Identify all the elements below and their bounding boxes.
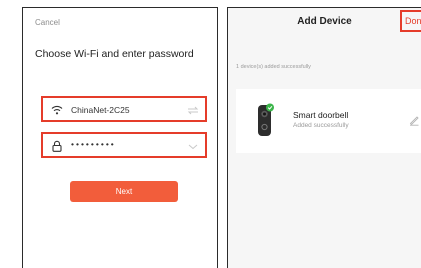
- chevron-down-icon[interactable]: [187, 142, 199, 151]
- wifi-icon: [51, 105, 63, 115]
- password-value: •••••••••: [71, 139, 116, 149]
- add-device-screen: Add Device Done 1 device(s) added succes…: [227, 7, 421, 268]
- switch-network-icon[interactable]: [187, 106, 199, 115]
- status-text: 1 device(s) added successfully: [236, 64, 311, 70]
- done-button[interactable]: Done: [400, 10, 421, 32]
- lock-icon: [52, 140, 62, 152]
- wifi-setup-screen: Cancel Choose Wi-Fi and enter password C…: [22, 7, 218, 268]
- device-status: Added successfully: [293, 122, 349, 129]
- device-name: Smart doorbell: [293, 110, 349, 120]
- edit-icon[interactable]: [408, 114, 420, 126]
- page-title: Add Device: [297, 16, 352, 27]
- password-field[interactable]: •••••••••: [41, 132, 207, 158]
- wifi-network-field[interactable]: ChinaNet-2C25: [41, 96, 207, 122]
- page-title: Choose Wi-Fi and enter password: [35, 48, 194, 60]
- doorbell-device-image: [258, 103, 274, 136]
- wifi-ssid-value: ChinaNet-2C25: [71, 105, 130, 115]
- cancel-button[interactable]: Cancel: [35, 18, 60, 27]
- device-card[interactable]: Smart doorbell Added successfully: [236, 89, 421, 153]
- next-button[interactable]: Next: [70, 181, 178, 202]
